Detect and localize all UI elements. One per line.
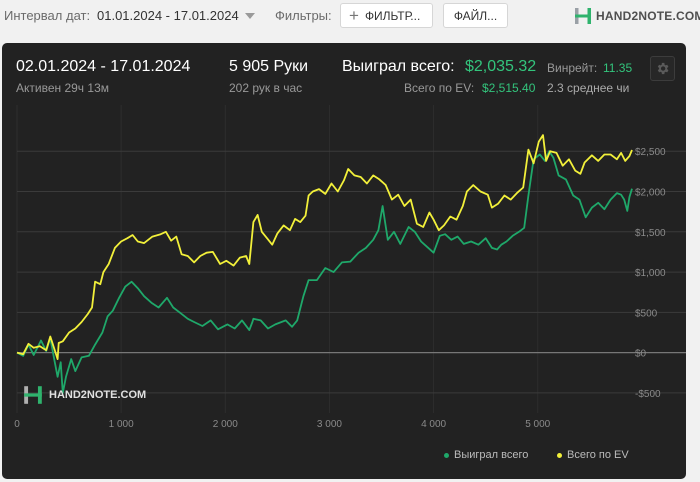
y-tick-label: $1,500	[635, 228, 666, 239]
stats-ev-label: Всего по EV:	[404, 81, 475, 95]
watermark-text: HAND2NOTE.COM	[49, 389, 147, 401]
x-tick-label: 5 000	[525, 419, 550, 430]
stats-hands-per-hour: 202 рук в час	[229, 81, 303, 95]
toolbar: Интервал дат: 01.01.2024 - 17.01.2024 Фи…	[0, 0, 700, 34]
files-button-label: ФАЙЛ...	[453, 8, 498, 23]
gear-icon	[657, 62, 669, 75]
stats-won-total-label: Выиграл всего:	[342, 58, 455, 75]
y-tick-label: $500	[635, 308, 658, 319]
chevron-down-icon[interactable]	[245, 13, 255, 19]
legend-item-ev[interactable]: Всего по EV	[557, 449, 629, 461]
stats-ev-value: $2,515.40	[482, 81, 536, 95]
date-range-select[interactable]: 01.01.2024 - 17.01.2024	[97, 8, 239, 23]
legend-won-label: Выиграл всего	[454, 449, 529, 461]
legend-ev-label: Всего по EV	[567, 449, 629, 461]
stats-active-time: Активен 29ч 13м	[16, 81, 109, 95]
hand2note-watermark-icon	[24, 386, 42, 404]
y-tick-label: -$500	[635, 389, 661, 400]
x-tick-label: 1 000	[109, 419, 134, 430]
legend-won-dot	[444, 452, 449, 458]
x-tick-label: 4 000	[421, 419, 446, 430]
profit-chart: 0 1 000 2 000 3 000 4 000 5 000 -$500 $0 $500 $1,…	[14, 105, 686, 430]
y-tick-label: $1,000	[635, 268, 666, 279]
legend-ev-dot	[557, 452, 562, 458]
stats-won-total-value: $2,035.32	[465, 58, 537, 75]
filters-label: Фильтры:	[275, 8, 332, 23]
filters-button[interactable]: + ФИЛЬТР...	[340, 3, 433, 28]
logo-text: HAND2NOTE.COM	[596, 9, 700, 23]
y-tick-label: $2,000	[635, 188, 666, 199]
legend-item-won[interactable]: Выиграл всего	[444, 449, 528, 461]
y-tick-label: $0	[635, 349, 647, 360]
x-tick-label: 3 000	[317, 419, 342, 430]
stats-avg-text: 2.3 среднее чи	[547, 81, 630, 95]
stats-winrate-label: Винрейт:	[547, 61, 598, 75]
settings-button[interactable]	[650, 56, 675, 81]
x-tick-label: 2 000	[213, 419, 238, 430]
date-range-label: Интервал дат:	[4, 8, 91, 23]
hand2note-logo-icon	[575, 8, 591, 24]
stats-winrate-value: 11.35	[603, 61, 633, 75]
plus-icon: +	[349, 6, 359, 25]
hand2note-logo: HAND2NOTE.COM	[573, 5, 700, 27]
filters-button-label: ФИЛЬТР...	[364, 8, 421, 23]
ev-total-line	[16, 134, 633, 361]
chart-watermark: HAND2NOTE.COM	[22, 384, 146, 406]
stats-date-range: 02.01.2024 - 17.01.2024	[16, 58, 191, 75]
files-button[interactable]: ФАЙЛ...	[443, 3, 508, 28]
y-tick-label: $2,500	[635, 147, 666, 158]
stats-hands: 5 905 Руки	[229, 58, 309, 75]
x-tick-label: 0	[14, 419, 20, 430]
graph-panel: 0 1 000 2 000 3 000 4 000 5 000 -$500 $0 $500 $1,…	[2, 43, 686, 479]
